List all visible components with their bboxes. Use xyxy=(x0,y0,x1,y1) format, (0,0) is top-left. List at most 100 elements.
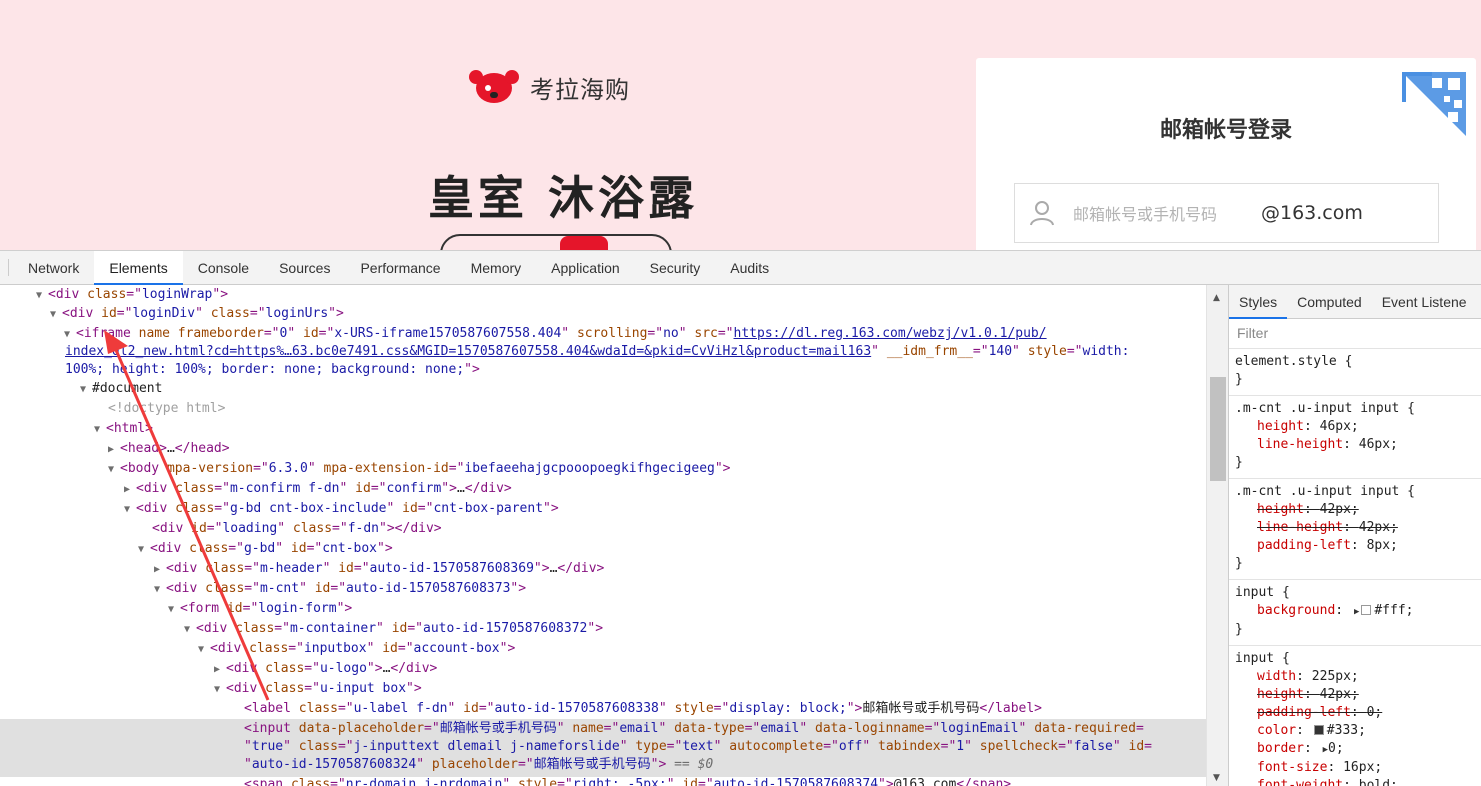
style-property[interactable]: padding-left: 8px; xyxy=(1235,537,1475,555)
expand-triangle-icon[interactable]: ▼ xyxy=(124,500,136,520)
style-property[interactable]: border: ▶0; xyxy=(1235,740,1475,759)
dom-node-line[interactable]: ▼ <body mpa-version="6.3.0" mpa-extension… xyxy=(0,459,1206,479)
style-property[interactable]: height: 42px; xyxy=(1235,501,1475,519)
style-property[interactable]: font-size: 16px; xyxy=(1235,759,1475,777)
dom-node-line[interactable]: ▼ <div class="inputbox" id="account-box"> xyxy=(0,639,1206,659)
tab-network[interactable]: Network xyxy=(13,251,94,284)
style-property[interactable]: width: 225px; xyxy=(1235,668,1475,686)
expand-triangle-icon[interactable]: ▼ xyxy=(138,540,150,560)
style-property[interactable]: height: 42px; xyxy=(1235,686,1475,704)
expand-triangle-icon[interactable]: ▼ xyxy=(214,680,226,700)
dom-token: </span> xyxy=(956,777,1012,786)
expand-triangle-icon[interactable]: ▼ xyxy=(80,380,92,400)
style-property[interactable]: padding-left: 0; xyxy=(1235,704,1475,722)
dom-token: loginDiv xyxy=(132,306,196,321)
dom-token: =" xyxy=(448,461,465,476)
color-swatch[interactable] xyxy=(1313,725,1324,735)
dom-token: class xyxy=(298,701,338,716)
dom-node-line[interactable]: <div id="loading" class="f-dn"></div> xyxy=(0,519,1206,539)
email-input-placeholder[interactable]: 邮箱帐号或手机号码 xyxy=(1073,201,1261,225)
style-rule[interactable]: .m-cnt .u-input input {height: 42px; line… xyxy=(1229,479,1481,580)
expand-triangle-icon[interactable]: ▼ xyxy=(168,600,180,620)
dom-node-line[interactable]: <label class="u-label f-dn" id="auto-id-… xyxy=(0,699,1206,719)
dom-node-line[interactable]: index_dl2_new.html?cd=https%…63.bc0e7491… xyxy=(0,342,1206,362)
expand-triangle-icon[interactable]: ▼ xyxy=(154,580,166,600)
scrollbar-thumb[interactable] xyxy=(1210,377,1226,481)
scroll-down-arrow-icon[interactable]: ▼ xyxy=(1213,773,1220,783)
dom-node-line[interactable]: 100%; height: 100%; border: none; backgr… xyxy=(0,360,1206,380)
styles-filter-input[interactable]: Filter xyxy=(1229,319,1481,349)
expand-triangle-icon[interactable]: ▼ xyxy=(94,420,106,440)
dom-node-line[interactable]: ▼ <div class="u-input box"> xyxy=(0,679,1206,699)
style-rule[interactable]: .m-cnt .u-input input {height: 46px; line… xyxy=(1229,396,1481,479)
tab-performance[interactable]: Performance xyxy=(345,251,455,284)
tab-computed[interactable]: Computed xyxy=(1287,285,1372,318)
expand-shorthand-icon[interactable]: ▶ xyxy=(1354,607,1359,617)
tab-console[interactable]: Console xyxy=(183,251,264,284)
style-property[interactable]: font-weight: bold; xyxy=(1235,777,1475,786)
dom-token: " xyxy=(283,739,299,754)
tab-sources[interactable]: Sources xyxy=(264,251,345,284)
style-rule[interactable]: input {background: ▶ #fff;} xyxy=(1229,580,1481,646)
expand-triangle-icon[interactable]: ▼ xyxy=(108,460,120,480)
expand-triangle-icon[interactable]: ▼ xyxy=(198,640,210,660)
scroll-up-arrow-icon[interactable]: ▲ xyxy=(1213,293,1220,303)
kaola-logo[interactable]: 考拉海购 xyxy=(468,68,630,106)
dom-node-line[interactable]: <input data-placeholder="邮箱帐号或手机号码" name… xyxy=(0,719,1206,737)
email-input-box[interactable]: 邮箱帐号或手机号码 @163.com xyxy=(1014,183,1439,243)
dom-token: " xyxy=(1112,739,1129,754)
dom-node-line[interactable]: ▶ <head>…</head> xyxy=(0,439,1206,459)
expand-triangle-icon[interactable]: ▼ xyxy=(184,620,196,640)
devtools-tab-bar: Network Elements Console Sources Perform… xyxy=(0,251,1481,285)
style-property[interactable]: line-height: 46px; xyxy=(1235,436,1475,454)
dom-token: = xyxy=(1135,721,1144,736)
dom-node-line[interactable]: ▼ <div class="g-bd cnt-box-include" id="c… xyxy=(0,499,1206,519)
dom-node-line[interactable]: <span class="nr-domain j-nrdomain" style… xyxy=(0,775,1206,786)
style-property[interactable]: line-height: 42px; xyxy=(1235,519,1475,537)
collapse-triangle-icon[interactable]: ▶ xyxy=(124,480,136,500)
tab-elements[interactable]: Elements xyxy=(94,251,184,285)
style-rule[interactable]: element.style {} xyxy=(1229,349,1481,396)
dom-token: <div xyxy=(136,481,176,496)
user-icon xyxy=(1030,201,1054,226)
dom-tree-scrollbar[interactable]: ▲ ▼ xyxy=(1206,285,1228,786)
dom-node-line[interactable]: ▼ <div class="g-bd" id="cnt-box"> xyxy=(0,539,1206,559)
expand-triangle-icon[interactable]: ▼ xyxy=(36,286,48,306)
style-property[interactable]: height: 46px; xyxy=(1235,418,1475,436)
dom-node-line[interactable]: ▼ <div class="loginWrap"> xyxy=(0,285,1206,305)
dom-node-line[interactable]: ▼ #document xyxy=(0,379,1206,399)
tab-application[interactable]: Application xyxy=(536,251,635,284)
collapse-triangle-icon[interactable]: ▶ xyxy=(154,560,166,580)
dom-node-line[interactable]: ▼ <iframe name frameborder="0" id="x-URS-… xyxy=(0,324,1206,344)
expand-triangle-icon[interactable]: ▼ xyxy=(50,305,62,325)
dom-node-line[interactable]: ▼ <div class="m-cnt" id="auto-id-15705876… xyxy=(0,579,1206,599)
dom-node-line[interactable]: ▶ <div class="m-header" id="auto-id-15705… xyxy=(0,559,1206,579)
collapse-triangle-icon[interactable]: ▶ xyxy=(108,440,120,460)
dom-token: =" xyxy=(603,721,620,736)
style-property[interactable]: color: #333; xyxy=(1235,722,1475,740)
dom-token: "> xyxy=(336,601,353,616)
dom-node-line[interactable]: ▼ <html> xyxy=(0,419,1206,439)
color-swatch[interactable] xyxy=(1361,605,1372,615)
tab-memory[interactable]: Memory xyxy=(456,251,537,284)
dom-node-line[interactable]: ▶ <div class="u-logo">…</div> xyxy=(0,659,1206,679)
tab-styles[interactable]: Styles xyxy=(1229,285,1288,319)
dom-node-line[interactable]: "auto-id-1570587608324" placeholder="邮箱帐… xyxy=(0,755,1206,777)
dom-token: =" xyxy=(1066,344,1083,359)
dom-node-line[interactable]: ▼ <div id="loginDiv" class="loginUrs"> xyxy=(0,304,1206,324)
dom-node-line[interactable]: "true" class="j-inputtext dlemail j-name… xyxy=(0,737,1206,755)
tab-event-listeners[interactable]: Event Listene xyxy=(1372,285,1477,318)
dom-token: <head> xyxy=(120,441,167,456)
tab-security[interactable]: Security xyxy=(635,251,716,284)
dom-node-line[interactable]: ▼ <div class="m-container" id="auto-id-15… xyxy=(0,619,1206,639)
dom-node-line[interactable]: ▼ <form id="login-form"> xyxy=(0,599,1206,619)
tab-audits[interactable]: Audits xyxy=(715,251,784,284)
dom-node-line[interactable]: <!doctype html> xyxy=(0,399,1206,419)
dom-node-line[interactable]: ▶ <div class="m-confirm f-dn" id="confirm… xyxy=(0,479,1206,499)
dom-token: auto-id-1570587608372 xyxy=(423,621,588,636)
style-rule[interactable]: input {width: 225px; height: 42px; padding… xyxy=(1229,646,1481,786)
collapse-triangle-icon[interactable]: ▶ xyxy=(214,660,226,680)
dom-token: "> xyxy=(510,581,527,596)
elements-dom-tree[interactable]: ▼ <div class="loginWrap"> ▼ <div id="loginD… xyxy=(0,285,1206,786)
style-property[interactable]: background: ▶ #fff; xyxy=(1235,602,1475,621)
